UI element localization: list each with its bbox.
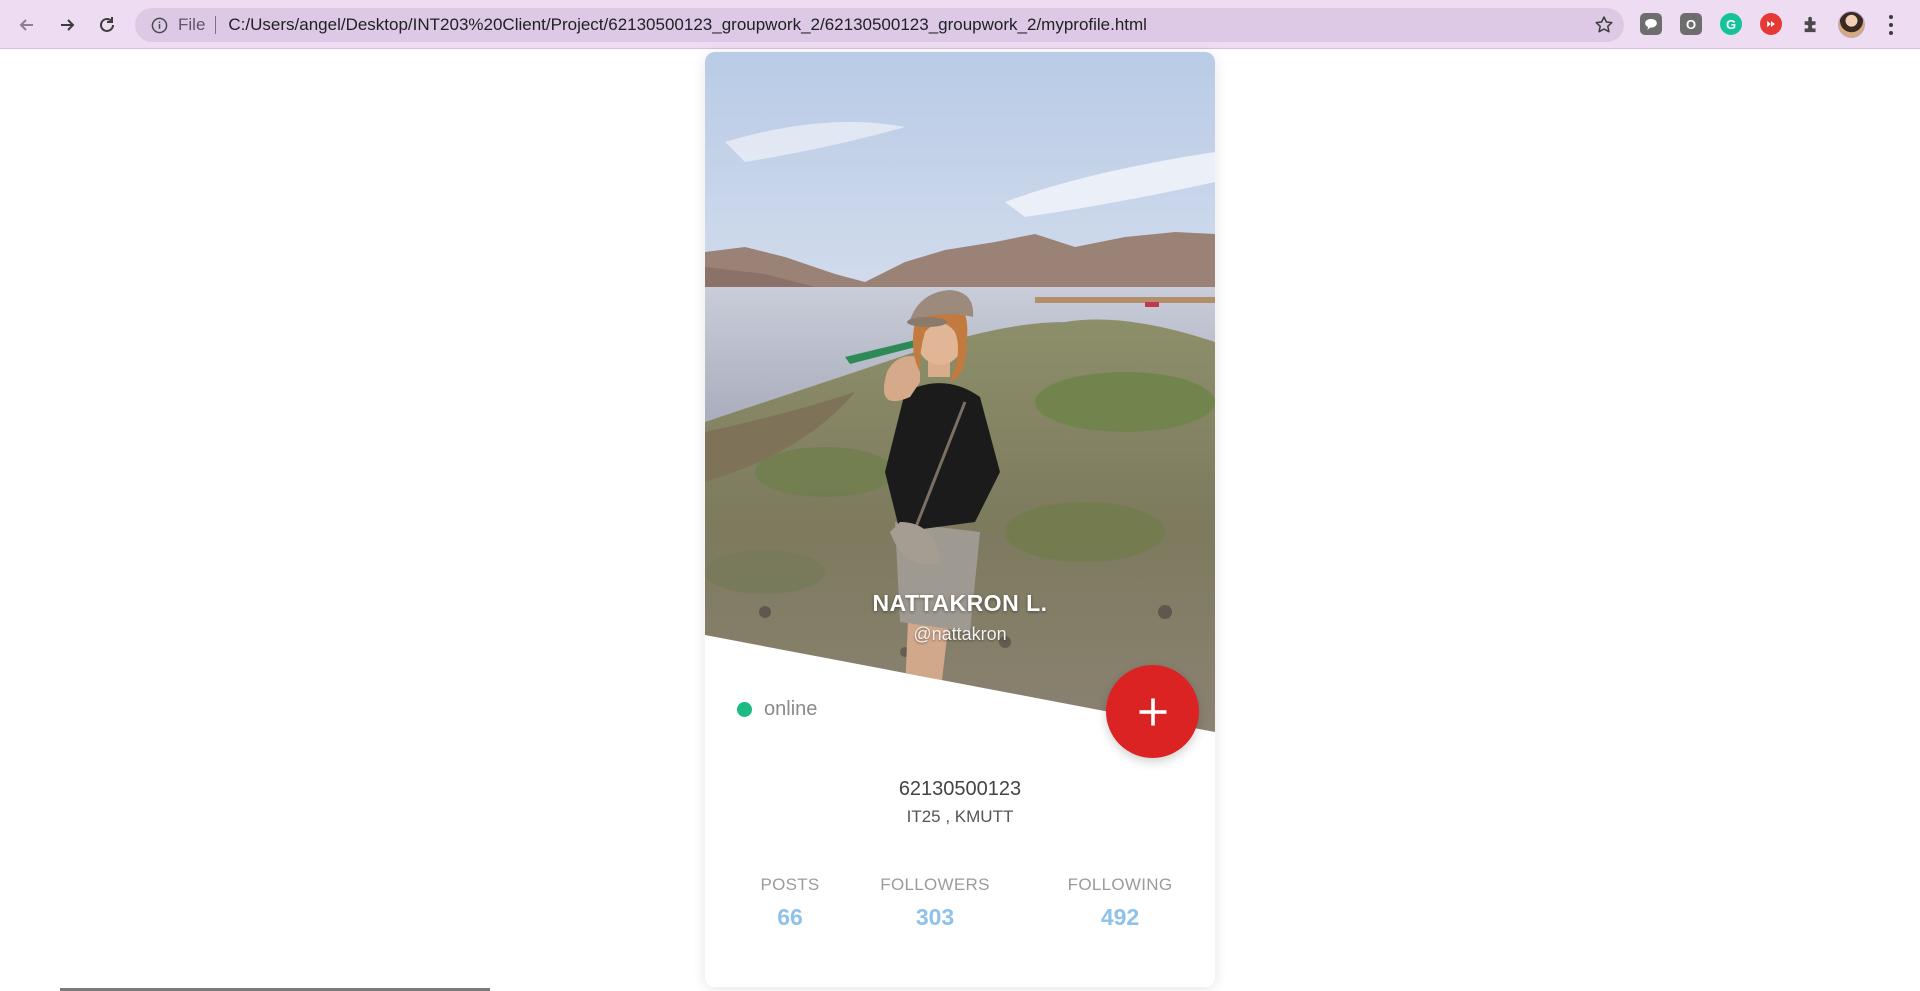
plus-icon: [1139, 698, 1166, 725]
url-text[interactable]: C:/Users/angel/Desktop/INT203%20Client/P…: [228, 15, 1624, 35]
o-extension-icon[interactable]: O: [1680, 13, 1702, 35]
status-label: online: [764, 698, 818, 720]
stat-posts[interactable]: POSTS 66: [730, 875, 850, 931]
file-scheme-label: File: [178, 16, 217, 34]
stat-following[interactable]: FOLLOWING 492: [1050, 875, 1190, 931]
profile-name: NATTAKRON L.: [872, 590, 1048, 616]
student-id: 62130500123: [898, 778, 1022, 800]
bookmark-star-icon[interactable]: [1594, 15, 1614, 35]
stat-label: FOLLOWING: [1067, 875, 1173, 894]
stat-label: POSTS: [760, 875, 820, 894]
stat-value: 66: [777, 904, 803, 930]
line-icon[interactable]: [1640, 13, 1662, 35]
stat-label: FOLLOWERS: [880, 875, 990, 894]
reload-icon: [100, 17, 114, 32]
stat-value: 492: [1100, 904, 1140, 930]
arrow-right-icon: [61, 19, 75, 31]
arrow-left-icon: [19, 19, 33, 31]
online-status: online: [737, 698, 817, 721]
forward-button[interactable]: [52, 10, 82, 40]
menu-kebab-icon[interactable]: [1888, 15, 1894, 35]
back-button[interactable]: [12, 10, 42, 40]
grammarly-icon[interactable]: G: [1720, 13, 1742, 35]
address-bar[interactable]: File C:/Users/angel/Desktop/INT203%20Cli…: [135, 8, 1624, 42]
profile-card: NATTAKRON L. @nattakron online 621305001…: [705, 52, 1215, 987]
profile-avatar[interactable]: [1838, 11, 1865, 38]
stat-followers[interactable]: FOLLOWERS 303: [865, 875, 1005, 931]
browser-toolbar: File C:/Users/angel/Desktop/INT203%20Cli…: [0, 0, 1920, 49]
stat-value: 303: [915, 904, 955, 930]
add-button[interactable]: [1106, 665, 1199, 758]
reload-button[interactable]: [92, 10, 122, 40]
puzzle-icon[interactable]: [1800, 13, 1822, 35]
profile-handle: @nattakron: [913, 624, 1007, 644]
status-dot-icon: [737, 702, 752, 717]
info-icon[interactable]: [150, 16, 168, 34]
record-icon[interactable]: [1760, 13, 1782, 35]
school-info: IT25 , KMUTT: [906, 807, 1014, 826]
